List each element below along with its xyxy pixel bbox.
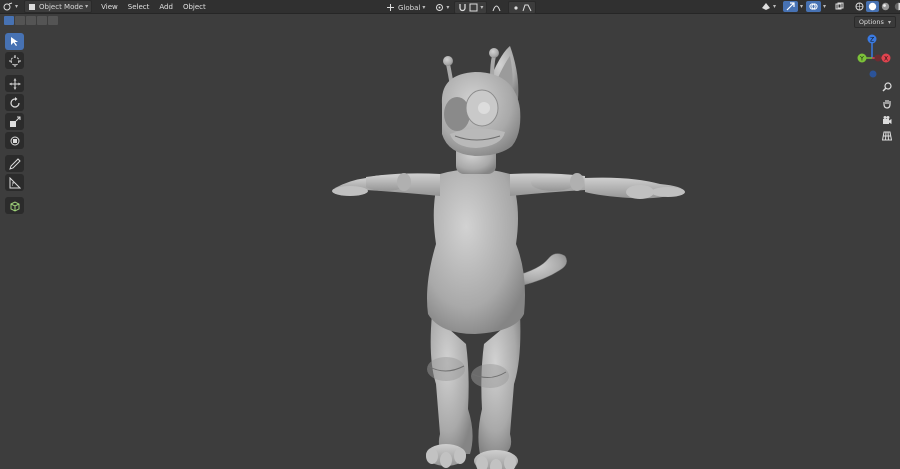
3d-cursor-icon bbox=[8, 54, 21, 67]
add-cube-tool[interactable] bbox=[5, 197, 24, 214]
selection-mode-buttons bbox=[4, 16, 59, 25]
menu-view[interactable]: View bbox=[96, 3, 123, 11]
x-axis-label: X bbox=[884, 55, 888, 62]
viewport-canvas bbox=[332, 46, 685, 469]
transform-icon bbox=[10, 136, 19, 145]
select-new-button[interactable] bbox=[4, 16, 14, 25]
wireframe-shading-icon bbox=[855, 2, 864, 11]
magnifier-icon bbox=[882, 82, 892, 92]
shading-rendered-button[interactable] bbox=[892, 1, 900, 12]
measure-tool[interactable] bbox=[5, 174, 24, 191]
z-axis-label: Z bbox=[870, 36, 874, 43]
editor-type-button[interactable]: ▾ bbox=[0, 1, 21, 12]
options-dropdown[interactable]: Options ▾ bbox=[853, 16, 896, 28]
snap-increment-icon bbox=[469, 3, 478, 12]
cursor-tool[interactable] bbox=[5, 52, 24, 69]
selectability-icon bbox=[762, 3, 770, 10]
chevron-down-icon: ▾ bbox=[480, 4, 484, 11]
negative-x-handle[interactable] bbox=[874, 54, 882, 62]
scale-tool[interactable] bbox=[5, 113, 24, 130]
overlays-dropdown-chevron-icon[interactable]: ▾ bbox=[823, 3, 826, 10]
xray-toggle[interactable] bbox=[832, 1, 847, 12]
pivot-icon bbox=[436, 4, 444, 11]
move-tool[interactable] bbox=[5, 75, 24, 92]
pivot-point-button[interactable]: ▾ bbox=[432, 2, 452, 13]
viewport-header: ▾ Object Mode ▾ View Select Add Object G… bbox=[0, 0, 900, 14]
transform-orientation-selector[interactable]: Global ▾ bbox=[383, 2, 428, 13]
mode-selector[interactable]: Object Mode ▾ bbox=[24, 0, 93, 13]
rendered-shading-icon bbox=[894, 2, 900, 11]
rotate-icon bbox=[9, 96, 20, 108]
pan-button[interactable] bbox=[880, 97, 894, 111]
ruler-icon bbox=[9, 176, 21, 188]
magnet-icon bbox=[459, 4, 467, 12]
transform-tool[interactable] bbox=[5, 132, 24, 149]
select-intersect-button[interactable] bbox=[48, 16, 58, 25]
options-label: Options bbox=[858, 18, 884, 26]
solid-shading-icon bbox=[868, 2, 877, 11]
pencil-icon bbox=[8, 157, 21, 170]
hand-icon bbox=[883, 100, 891, 109]
proportional-edit-icon bbox=[492, 5, 501, 12]
zoom-button[interactable] bbox=[880, 80, 894, 94]
select-subtract-button[interactable] bbox=[26, 16, 36, 25]
visibility-selector[interactable]: ▾ bbox=[758, 1, 779, 12]
gizmo-dropdown-chevron-icon[interactable]: ▾ bbox=[800, 3, 803, 10]
annotate-tool[interactable] bbox=[5, 155, 24, 172]
transform-orientation-label: Global bbox=[398, 3, 421, 12]
chevron-down-icon: ▾ bbox=[422, 4, 426, 11]
falloff-dot-icon bbox=[514, 5, 518, 10]
rotate-tool[interactable] bbox=[5, 94, 24, 111]
mode-selector-label: Object Mode bbox=[39, 2, 84, 11]
proportional-falloff-button[interactable] bbox=[508, 1, 537, 14]
menu-select[interactable]: Select bbox=[123, 3, 155, 11]
shading-material-button[interactable] bbox=[879, 1, 892, 12]
orientation-axes-icon bbox=[387, 4, 394, 11]
menu-object[interactable]: Object bbox=[178, 3, 211, 11]
proportional-editing-button[interactable] bbox=[489, 2, 504, 13]
menu-add[interactable]: Add bbox=[154, 3, 178, 11]
chevron-down-icon: ▾ bbox=[446, 4, 450, 11]
chevron-down-icon: ▾ bbox=[887, 19, 891, 26]
add-cube-icon bbox=[10, 200, 19, 212]
y-axis-label: Y bbox=[859, 55, 864, 62]
overlays-icon bbox=[809, 3, 818, 10]
falloff-curve-icon bbox=[522, 4, 532, 12]
snap-toggle[interactable]: ▾ bbox=[454, 1, 488, 14]
grid-icon bbox=[882, 131, 892, 141]
object-mode-icon bbox=[29, 3, 36, 10]
gizmo-toggle[interactable] bbox=[783, 1, 799, 12]
select-extend-button[interactable] bbox=[15, 16, 25, 25]
camera-icon bbox=[883, 116, 892, 124]
perspective-toggle-button[interactable] bbox=[880, 129, 894, 143]
3d-viewport-icon bbox=[3, 2, 13, 11]
select-invert-button[interactable] bbox=[37, 16, 47, 25]
3d-viewport[interactable]: Options ▾ Z X Y bbox=[0, 14, 900, 469]
chevron-down-icon: ▾ bbox=[85, 3, 89, 10]
overlays-toggle[interactable] bbox=[806, 1, 822, 12]
xray-icon bbox=[835, 2, 844, 10]
scale-icon bbox=[9, 116, 20, 127]
chevron-down-icon: ▾ bbox=[773, 3, 777, 10]
shading-wireframe-button[interactable] bbox=[853, 1, 866, 12]
gizmo-icon bbox=[786, 2, 795, 11]
select-box-tool[interactable] bbox=[5, 33, 24, 50]
move-arrows-icon bbox=[9, 78, 20, 89]
negative-z-handle[interactable] bbox=[869, 70, 877, 78]
camera-view-button[interactable] bbox=[880, 113, 894, 127]
material-shading-icon bbox=[881, 2, 890, 11]
shading-solid-button[interactable] bbox=[866, 1, 880, 12]
chevron-down-icon: ▾ bbox=[15, 3, 19, 10]
tool-shelf bbox=[5, 33, 26, 216]
cursor-arrow-icon bbox=[11, 37, 18, 46]
character-model[interactable] bbox=[332, 46, 685, 469]
navigation-gizmo[interactable]: Z X Y bbox=[852, 32, 896, 80]
